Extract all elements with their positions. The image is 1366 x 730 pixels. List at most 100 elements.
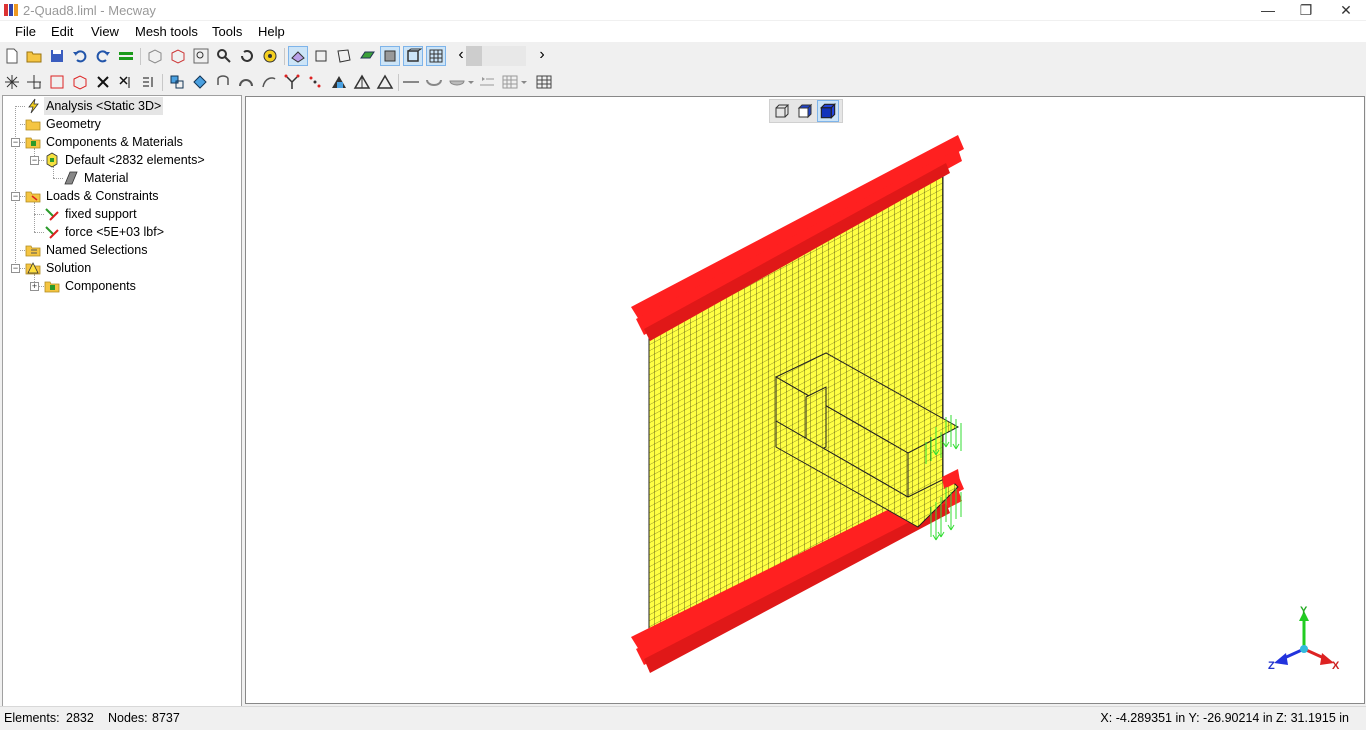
menu-help[interactable]: Help — [258, 24, 285, 39]
redo-icon[interactable] — [94, 47, 112, 65]
view-outline-icon[interactable] — [312, 47, 330, 65]
axis-label-x: X — [1332, 660, 1340, 672]
restore-button[interactable]: ❐ — [1286, 0, 1326, 20]
triangle-icon[interactable] — [376, 73, 394, 91]
elements-label: Elements: — [4, 711, 60, 725]
node-select-icon[interactable] — [3, 73, 21, 91]
axis-triad — [1274, 611, 1334, 665]
menu-view[interactable]: View — [91, 24, 119, 39]
solve-icon[interactable] — [117, 47, 135, 65]
delete-nodes-icon[interactable] — [117, 73, 135, 91]
rotate-icon[interactable] — [238, 47, 256, 65]
element-select-icon[interactable] — [25, 73, 43, 91]
tree-label-solution-components: Components — [65, 279, 136, 293]
loads-folder-icon — [25, 191, 41, 203]
component-icon — [46, 152, 58, 168]
split-icon[interactable] — [283, 73, 301, 91]
minimize-button[interactable]: — — [1248, 0, 1288, 20]
surface-dropdown-icon — [468, 81, 474, 84]
undo-icon[interactable] — [71, 47, 89, 65]
new-file-icon[interactable] — [3, 47, 21, 65]
revolve-icon[interactable] — [214, 73, 232, 91]
model-viewport[interactable]: Y X Z — [245, 96, 1365, 704]
refine-tool-icon — [502, 75, 518, 89]
arc-icon[interactable] — [260, 73, 278, 91]
toolbar-scroll-track[interactable] — [466, 46, 526, 66]
save-icon[interactable] — [48, 47, 66, 65]
toolbar-scroll-right-button[interactable]: › — [533, 47, 551, 65]
lightning-icon — [28, 98, 39, 114]
table-icon[interactable] — [535, 73, 553, 91]
tree-item-solution-components[interactable]: Components — [3, 277, 239, 295]
menu-edit[interactable]: Edit — [51, 24, 73, 39]
tree-label-loads-constraints: Loads & Constraints — [46, 189, 159, 203]
tree-item-named-selections[interactable]: Named Selections — [3, 241, 239, 259]
close-button[interactable]: ✕ — [1326, 0, 1366, 20]
mecway-app-icon — [4, 4, 18, 16]
align-tool-icon — [480, 77, 494, 86]
view-faces-icon[interactable] — [335, 47, 353, 65]
line-tool-icon — [403, 81, 419, 83]
refine-dropdown-icon — [521, 81, 527, 84]
tetra-icon[interactable] — [353, 73, 371, 91]
menu-file[interactable]: File — [15, 24, 36, 39]
tree-label-solution: Solution — [46, 261, 92, 275]
view-shaded-icon[interactable] — [358, 47, 376, 65]
face-select-icon[interactable] — [48, 73, 66, 91]
delete-icon[interactable] — [94, 73, 112, 91]
tree-item-loads-constraints[interactable]: Loads & Constraints — [3, 187, 239, 205]
extrude-icon[interactable] — [168, 73, 186, 91]
display-solid-icon[interactable] — [380, 46, 400, 66]
tree-item-components-materials[interactable]: Components & Materials — [3, 133, 239, 151]
menu-mesh-tools[interactable]: Mesh tools — [135, 24, 198, 39]
title-bar: 2-Quad8.liml - Mecway — ❐ ✕ — [0, 0, 1366, 20]
display-mesh-icon[interactable] — [426, 46, 446, 66]
tree-item-geometry[interactable]: Geometry — [3, 115, 239, 133]
tree-item-force[interactable]: force <5E+03 lbf> — [3, 223, 239, 241]
cursor-coordinates: X: -4.289351 in Y: -26.90214 in Z: 31.19… — [1100, 711, 1349, 725]
elements-count: 2832 — [66, 711, 94, 725]
menu-tools[interactable]: Tools — [212, 24, 242, 39]
display-edges-icon[interactable] — [403, 46, 423, 66]
mesh-toolbar — [0, 70, 1366, 95]
tree-label-geometry: Geometry — [46, 117, 101, 131]
solid-select-icon[interactable] — [71, 73, 89, 91]
main-toolbar: ‹ › — [0, 44, 1366, 69]
fe-model — [631, 135, 1334, 673]
tree-item-default-component[interactable]: Default <2832 elements> — [3, 151, 239, 169]
axis-label-z: Z — [1268, 660, 1275, 672]
solution-components-icon — [44, 281, 60, 293]
merge-nodes-icon[interactable] — [140, 73, 158, 91]
view-mode-mesh-icon[interactable] — [288, 46, 308, 66]
tree-label-named-selections: Named Selections — [46, 243, 148, 257]
triangle-split-icon[interactable] — [330, 73, 348, 91]
rotate-zoom-icon[interactable] — [261, 47, 279, 65]
nodes-label: Nodes: — [108, 711, 148, 725]
select-cube-icon[interactable] — [169, 47, 187, 65]
curve-tool-icon — [426, 79, 442, 86]
tree-label-default-component: Default <2832 elements> — [65, 153, 205, 167]
axis-label-y: Y — [1300, 605, 1308, 617]
tree-item-solution[interactable]: Solution — [3, 259, 239, 277]
surface-tool-icon — [449, 80, 465, 86]
force-icon — [45, 226, 59, 239]
tree-label-fixed-support: fixed support — [65, 207, 137, 221]
tree-item-analysis[interactable]: Analysis <Static 3D> — [3, 97, 239, 115]
bend-icon[interactable] — [237, 73, 255, 91]
tree-item-fixed-support[interactable]: fixed support — [3, 205, 239, 223]
toolbar-scroll-thumb[interactable] — [466, 46, 482, 66]
tree-label-components-materials: Components & Materials — [46, 135, 183, 149]
wireframe-cube-icon[interactable] — [146, 47, 164, 65]
tree-label-analysis: Analysis <Static 3D> — [44, 97, 164, 115]
tree-label-force: force <5E+03 lbf> — [65, 225, 165, 239]
tree-label-material: Material — [84, 171, 129, 185]
zoom-fit-icon[interactable] — [192, 47, 210, 65]
material-icon — [64, 171, 78, 185]
sweep-icon[interactable] — [191, 73, 209, 91]
open-folder-icon[interactable] — [25, 47, 43, 65]
solution-icon — [25, 262, 41, 275]
tree-item-material[interactable]: Material — [3, 169, 239, 187]
window-title: 2-Quad8.liml - Mecway — [23, 3, 156, 18]
mirror-icon[interactable] — [306, 73, 324, 91]
zoom-icon[interactable] — [215, 47, 233, 65]
